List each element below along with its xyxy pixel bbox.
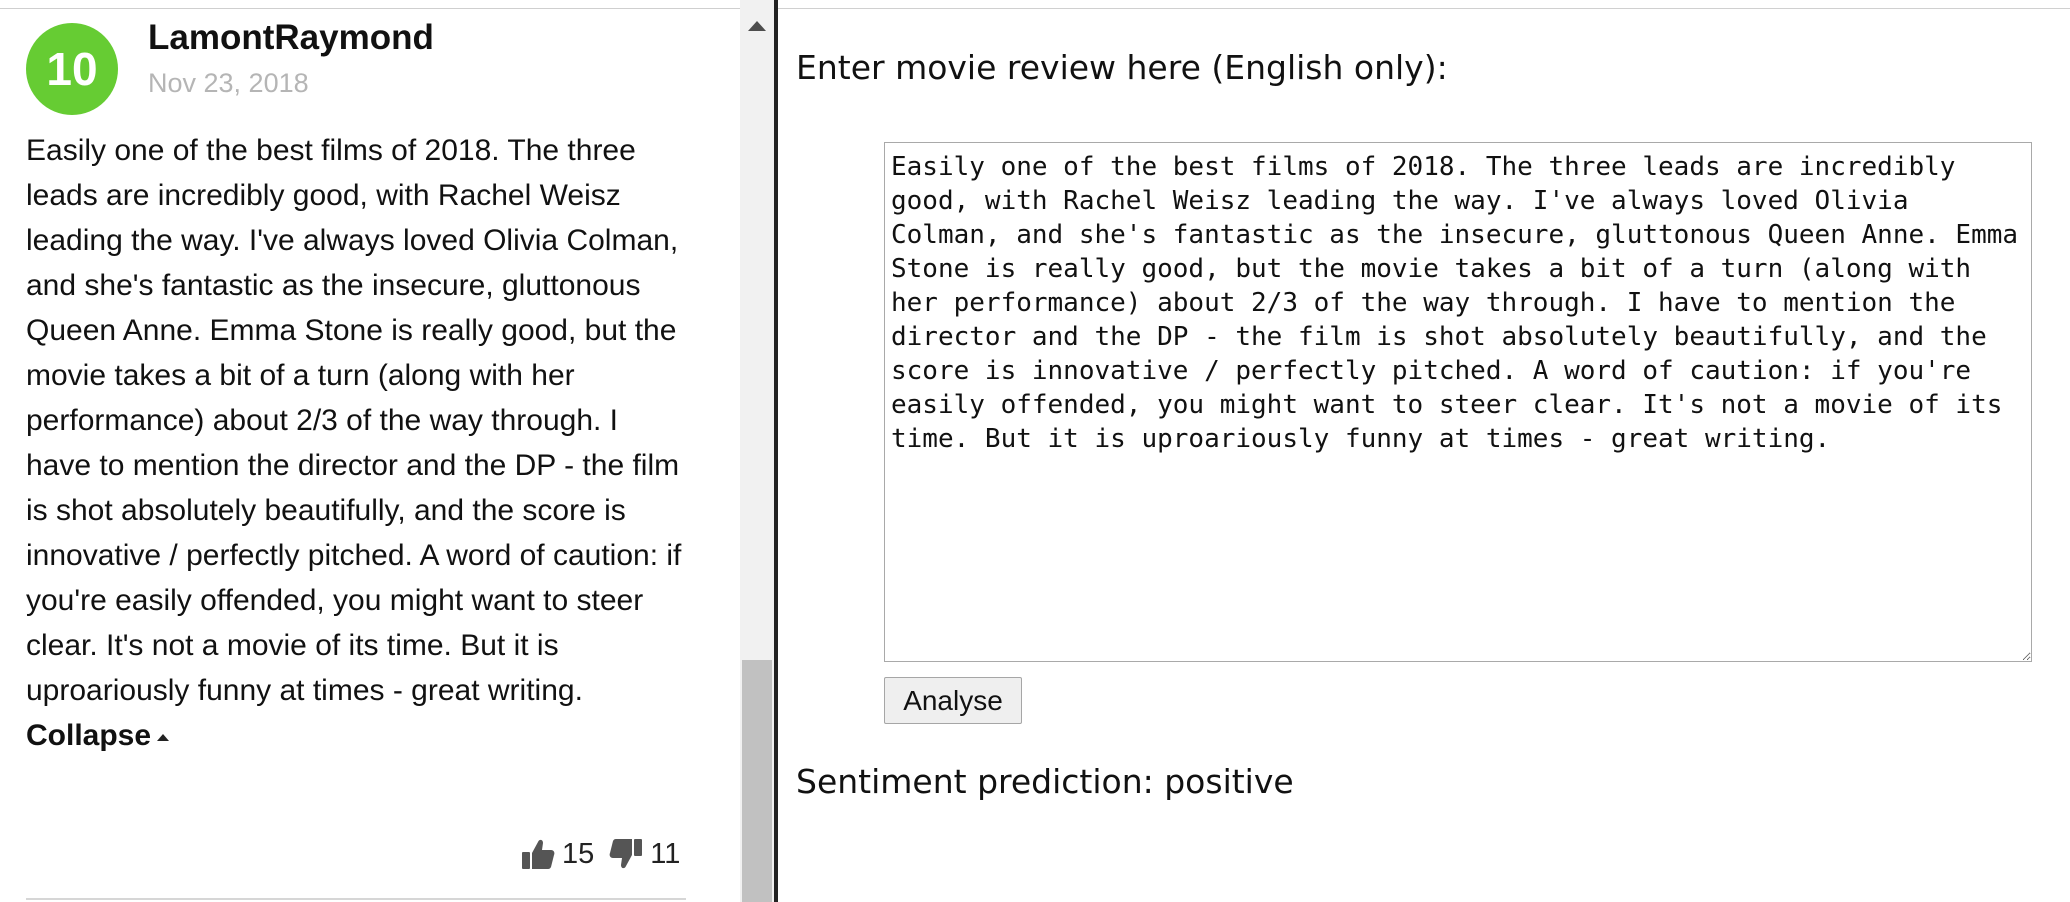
- caret-up-icon: [157, 734, 170, 741]
- left-scrollbar[interactable]: [740, 0, 774, 902]
- upvote-count: 15: [562, 837, 595, 870]
- scroll-up-arrow-icon: [748, 21, 766, 31]
- thumbs-up-icon: [522, 839, 555, 869]
- author-name[interactable]: LamontRaymond: [148, 18, 434, 58]
- form-heading: Enter movie review here (English only):: [796, 48, 1448, 87]
- review-panel: 10 LamontRaymond Nov 23, 2018 Easily one…: [0, 0, 740, 902]
- review-body: Easily one of the best films of 2018. Th…: [26, 128, 686, 758]
- upvote-button[interactable]: 15: [520, 836, 594, 872]
- sentiment-prediction: Sentiment prediction: positive: [796, 762, 1294, 801]
- app-root: 10 LamontRaymond Nov 23, 2018 Easily one…: [0, 0, 2070, 902]
- downvote-button[interactable]: 11: [608, 836, 680, 872]
- analysis-panel: Enter movie review here (English only): …: [778, 0, 2070, 902]
- scroll-thumb[interactable]: [742, 660, 772, 902]
- downvote-count: 11: [650, 837, 681, 870]
- review-text: Easily one of the best films of 2018. Th…: [26, 134, 682, 707]
- review-input[interactable]: Easily one of the best films of 2018. Th…: [884, 142, 2032, 662]
- review-date: Nov 23, 2018: [148, 68, 309, 98]
- vote-bar: 15 11: [520, 834, 680, 874]
- thumbs-down-icon: [609, 839, 643, 869]
- scroll-up-button[interactable]: [740, 12, 774, 40]
- score-value: 10: [46, 43, 98, 95]
- score-badge: 10: [26, 23, 118, 115]
- top-divider: [0, 8, 740, 9]
- analyse-button[interactable]: Analyse: [884, 677, 1022, 724]
- top-divider-right: [778, 8, 2070, 9]
- collapse-link[interactable]: Collapse: [26, 719, 170, 752]
- review-separator: [26, 898, 686, 900]
- collapse-label: Collapse: [26, 719, 152, 752]
